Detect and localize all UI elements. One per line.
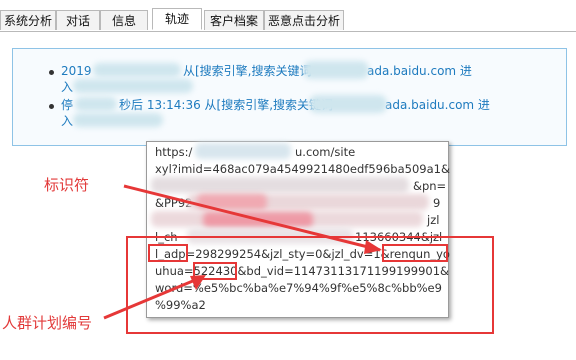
crowd-plan-id-annotation: 人群计划编号: [2, 314, 93, 332]
arrow-to-crowd-id: [103, 276, 201, 320]
arrowhead-icon: [364, 240, 382, 254]
identifier-annotation: 标识符: [44, 176, 90, 194]
arrow-to-identifier: [123, 184, 381, 252]
